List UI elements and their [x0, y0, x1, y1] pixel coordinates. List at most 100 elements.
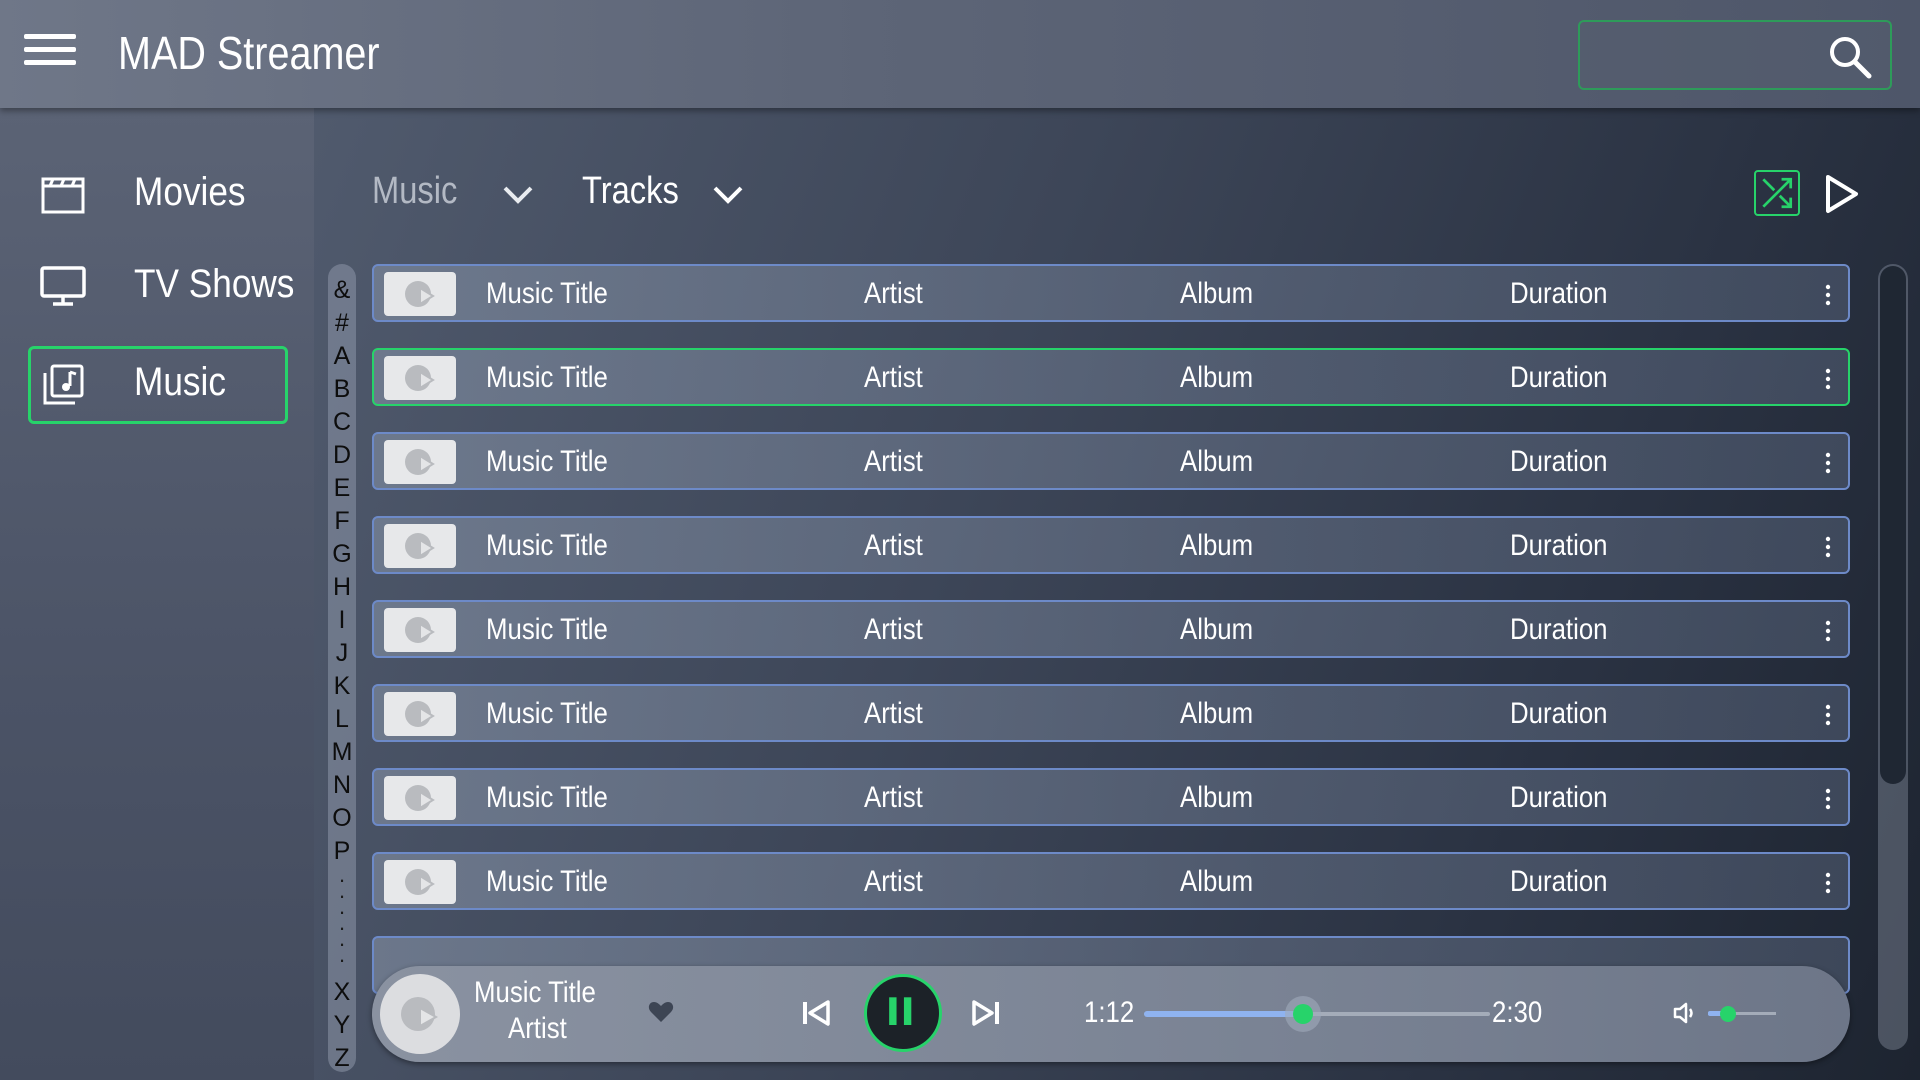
alphabet-index-letter[interactable]: H	[333, 571, 351, 604]
chevron-down-icon	[503, 186, 533, 204]
music-disc-icon	[405, 533, 435, 559]
track-duration: Duration	[1510, 529, 1608, 562]
category-dropdown[interactable]: Music	[372, 170, 542, 230]
alphabet-index-letter[interactable]: M	[332, 736, 353, 769]
alphabet-index-letter[interactable]: O	[332, 802, 351, 835]
scrollbar-thumb[interactable]	[1880, 266, 1906, 784]
alphabet-index-letter[interactable]: J	[336, 637, 349, 670]
music-disc-icon	[405, 869, 435, 895]
alphabet-index-letter[interactable]: #	[335, 307, 349, 340]
search-input[interactable]	[1592, 36, 1812, 76]
track-album: Album	[1180, 277, 1254, 310]
alphabet-index-letter[interactable]: K	[334, 670, 351, 703]
track-title: Music Title	[486, 781, 608, 814]
alphabet-index-letter[interactable]: Y	[334, 1009, 351, 1042]
track-title: Music Title	[486, 697, 608, 730]
play-all-icon[interactable]	[1820, 172, 1864, 216]
app-title: MAD Streamer	[118, 27, 380, 79]
seek-progress	[1144, 1011, 1303, 1017]
alphabet-index-letter[interactable]: C	[333, 406, 351, 439]
track-artist: Artist	[864, 277, 923, 310]
now-playing-art	[380, 974, 460, 1054]
heart-icon[interactable]	[648, 1000, 674, 1024]
alphabet-index-letter[interactable]: E	[334, 472, 351, 505]
music-disc-icon	[405, 449, 435, 475]
hamburger-menu-icon[interactable]	[24, 34, 76, 74]
alphabet-index-letter[interactable]: &	[334, 274, 351, 307]
more-options-icon[interactable]	[1820, 448, 1836, 478]
search-box[interactable]	[1578, 20, 1892, 90]
track-duration: Duration	[1510, 781, 1608, 814]
track-title: Music Title	[486, 613, 608, 646]
alphabet-index-ellipsis: · · · · · ·	[338, 867, 346, 972]
alphabet-index-letter[interactable]: A	[334, 340, 351, 373]
track-artist: Artist	[864, 865, 923, 898]
view-dropdown-label: Tracks	[582, 170, 679, 212]
track-row[interactable]: Music Title Artist Album Duration	[372, 264, 1850, 322]
track-row[interactable]: Music Title Artist Album Duration	[372, 432, 1850, 490]
view-dropdown[interactable]: Tracks	[582, 170, 752, 230]
category-dropdown-label: Music	[372, 170, 458, 212]
sidebar-item-label: TV Shows	[134, 262, 295, 306]
track-album: Album	[1180, 781, 1254, 814]
alphabet-index-letter[interactable]: I	[339, 604, 346, 637]
main-content: Music Tracks & # A B C D E F G H I J K L M N O P · · · · · · X Y Z…	[314, 108, 1920, 1080]
track-artist: Artist	[864, 697, 923, 730]
pause-button[interactable]	[864, 974, 942, 1052]
more-options-icon[interactable]	[1820, 868, 1836, 898]
alphabet-index-letter[interactable]: L	[335, 703, 349, 736]
track-artist: Artist	[864, 361, 923, 394]
track-duration: Duration	[1510, 613, 1608, 646]
now-playing-title: Music Title	[474, 976, 596, 1009]
sidebar-item-tv-shows[interactable]: TV Shows	[28, 248, 294, 326]
more-options-icon[interactable]	[1820, 784, 1836, 814]
alphabet-index-letter[interactable]: X	[334, 976, 351, 1009]
track-row[interactable]: Music Title Artist Album Duration	[372, 600, 1850, 658]
alphabet-index: & # A B C D E F G H I J K L M N O P · · · · · · X Y Z	[328, 264, 356, 1072]
more-options-icon[interactable]	[1820, 616, 1836, 646]
alphabet-index-letter[interactable]: Z	[334, 1042, 349, 1075]
shuffle-icon[interactable]	[1754, 170, 1800, 216]
volume-icon[interactable]	[1672, 1000, 1698, 1026]
music-disc-icon	[401, 997, 439, 1031]
more-options-icon[interactable]	[1820, 700, 1836, 730]
alphabet-index-letter[interactable]: N	[333, 769, 351, 802]
next-track-icon[interactable]	[970, 998, 1002, 1028]
track-duration: Duration	[1510, 697, 1608, 730]
track-thumbnail	[384, 608, 456, 652]
track-row[interactable]: Music Title Artist Album Duration	[372, 516, 1850, 574]
volume-slider[interactable]	[1708, 1002, 1776, 1026]
previous-track-icon[interactable]	[800, 998, 832, 1028]
more-options-icon[interactable]	[1820, 532, 1836, 562]
alphabet-index-letter[interactable]: G	[332, 538, 351, 571]
alphabet-index-letter[interactable]: P	[334, 835, 351, 868]
music-disc-icon	[405, 281, 435, 307]
alphabet-index-letter[interactable]: D	[333, 439, 351, 472]
sidebar-item-music[interactable]: Music	[28, 346, 288, 424]
track-duration: Duration	[1510, 361, 1608, 394]
track-album: Album	[1180, 361, 1254, 394]
search-icon[interactable]	[1826, 33, 1874, 81]
more-options-icon[interactable]	[1820, 280, 1836, 310]
track-artist: Artist	[864, 613, 923, 646]
track-row[interactable]: Music Title Artist Album Duration	[372, 348, 1850, 406]
alphabet-index-letter[interactable]: B	[334, 373, 351, 406]
track-row[interactable]: Music Title Artist Album Duration	[372, 852, 1850, 910]
sidebar-item-label: Movies	[134, 170, 246, 214]
seek-knob[interactable]	[1293, 1004, 1313, 1024]
top-bar: MAD Streamer	[0, 0, 1920, 108]
seek-slider[interactable]	[1144, 996, 1490, 1032]
track-row[interactable]: Music Title Artist Album Duration	[372, 768, 1850, 826]
monitor-icon	[40, 266, 86, 306]
track-row[interactable]: Music Title Artist Album Duration	[372, 684, 1850, 742]
track-title: Music Title	[486, 277, 608, 310]
music-disc-icon	[405, 617, 435, 643]
sidebar-item-movies[interactable]: Movies	[28, 156, 288, 234]
music-disc-icon	[405, 701, 435, 727]
track-title: Music Title	[486, 445, 608, 478]
track-duration: Duration	[1510, 445, 1608, 478]
volume-knob[interactable]	[1720, 1006, 1736, 1022]
more-options-icon[interactable]	[1820, 364, 1836, 394]
scrollbar[interactable]	[1878, 264, 1908, 1050]
alphabet-index-letter[interactable]: F	[334, 505, 349, 538]
